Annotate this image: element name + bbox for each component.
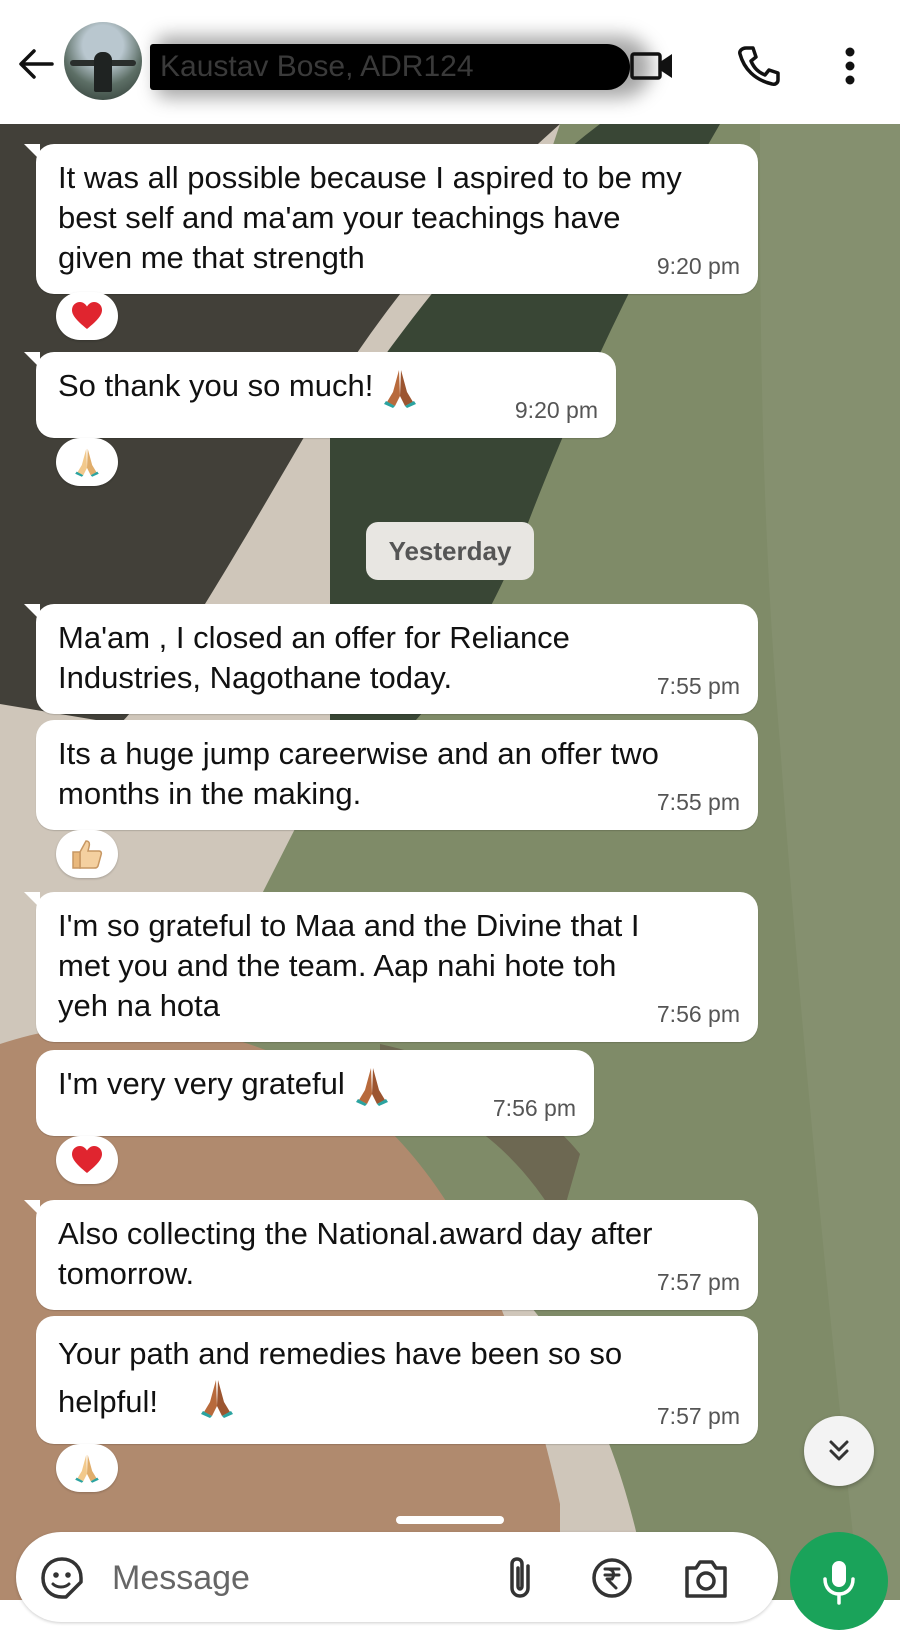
reaction-folded-hands[interactable]: [56, 438, 118, 486]
folded-hands-icon: [355, 1067, 388, 1106]
video-call-icon[interactable]: [628, 42, 676, 90]
message-bubble[interactable]: I'm so grateful to Maa and the Divine th…: [24, 892, 758, 1042]
message-text: I'm very very grateful: [58, 1066, 345, 1101]
message-time: 9:20 pm: [656, 253, 740, 279]
message-input[interactable]: [110, 1552, 484, 1604]
message-time: 7:57 pm: [656, 1269, 740, 1295]
message-bubble[interactable]: It was all possible because I aspired to…: [24, 144, 758, 294]
message-text: Ma'am , I closed an offer for Reliance I…: [58, 620, 570, 695]
message-time: 7:57 pm: [656, 1403, 740, 1429]
message-bubble[interactable]: I'm very very grateful 7:56 pm: [36, 1050, 594, 1136]
chat-area[interactable]: It was all possible because I aspired to…: [0, 124, 900, 1600]
drag-handle: [396, 1516, 504, 1524]
double-chevron-down-icon: [829, 1440, 849, 1461]
folded-hands-icon: [75, 1454, 99, 1483]
date-separator: Yesterday: [366, 522, 534, 580]
message-text: Also collecting the National.award day a…: [58, 1216, 653, 1291]
message-time: 7:55 pm: [656, 673, 740, 699]
message-composer: [16, 1532, 778, 1622]
avatar-figure: [94, 52, 112, 92]
message-bubble[interactable]: Your path and remedies have been so so h…: [36, 1316, 758, 1444]
scroll-to-bottom-button[interactable]: [804, 1416, 874, 1486]
heart-icon: [72, 302, 102, 329]
rupee-payment-icon[interactable]: [588, 1554, 636, 1602]
message-time: 7:56 pm: [656, 1001, 740, 1027]
message-text: So thank you so much!: [58, 368, 374, 403]
emoji-sticker-icon[interactable]: [38, 1554, 86, 1602]
back-arrow-icon[interactable]: [14, 42, 58, 86]
camera-icon[interactable]: [682, 1554, 730, 1602]
message-bubble[interactable]: Ma'am , I closed an offer for Reliance I…: [24, 604, 758, 714]
folded-hands-icon: [201, 1380, 233, 1418]
reaction-folded-hands[interactable]: [56, 1444, 118, 1492]
message-time: 7:56 pm: [492, 1095, 576, 1121]
message-text: Your path and remedies have been so so h…: [58, 1336, 623, 1419]
heart-icon: [72, 1146, 102, 1173]
attach-icon[interactable]: [498, 1554, 546, 1602]
more-options-icon[interactable]: [826, 42, 874, 90]
mic-icon: [823, 1561, 855, 1605]
message-text: I'm so grateful to Maa and the Divine th…: [58, 908, 640, 1023]
message-text: It was all possible because I aspired to…: [58, 160, 682, 275]
reaction-heart[interactable]: [56, 292, 118, 340]
contact-name[interactable]: Kaustav Bose, ADR124: [150, 44, 630, 90]
phone-icon[interactable]: [734, 42, 782, 90]
folded-hands-icon: [384, 369, 417, 408]
reaction-heart[interactable]: [56, 1136, 118, 1184]
folded-hands-icon: [75, 448, 99, 477]
message-time: 7:55 pm: [656, 789, 740, 815]
voice-record-button[interactable]: [790, 1532, 888, 1630]
message-bubble[interactable]: Its a huge jump careerwise and an offer …: [36, 720, 758, 830]
avatar[interactable]: [64, 22, 142, 100]
message-time: 9:20 pm: [514, 397, 598, 423]
reaction-thumbs-up[interactable]: [56, 830, 118, 878]
chat-header: Kaustav Bose, ADR124: [0, 0, 900, 124]
message-bubble[interactable]: So thank you so much! 9:20 pm: [24, 352, 616, 438]
thumbs-up-icon: [72, 840, 103, 869]
message-text: Its a huge jump careerwise and an offer …: [58, 736, 659, 811]
message-bubble[interactable]: Also collecting the National.award day a…: [24, 1200, 758, 1310]
